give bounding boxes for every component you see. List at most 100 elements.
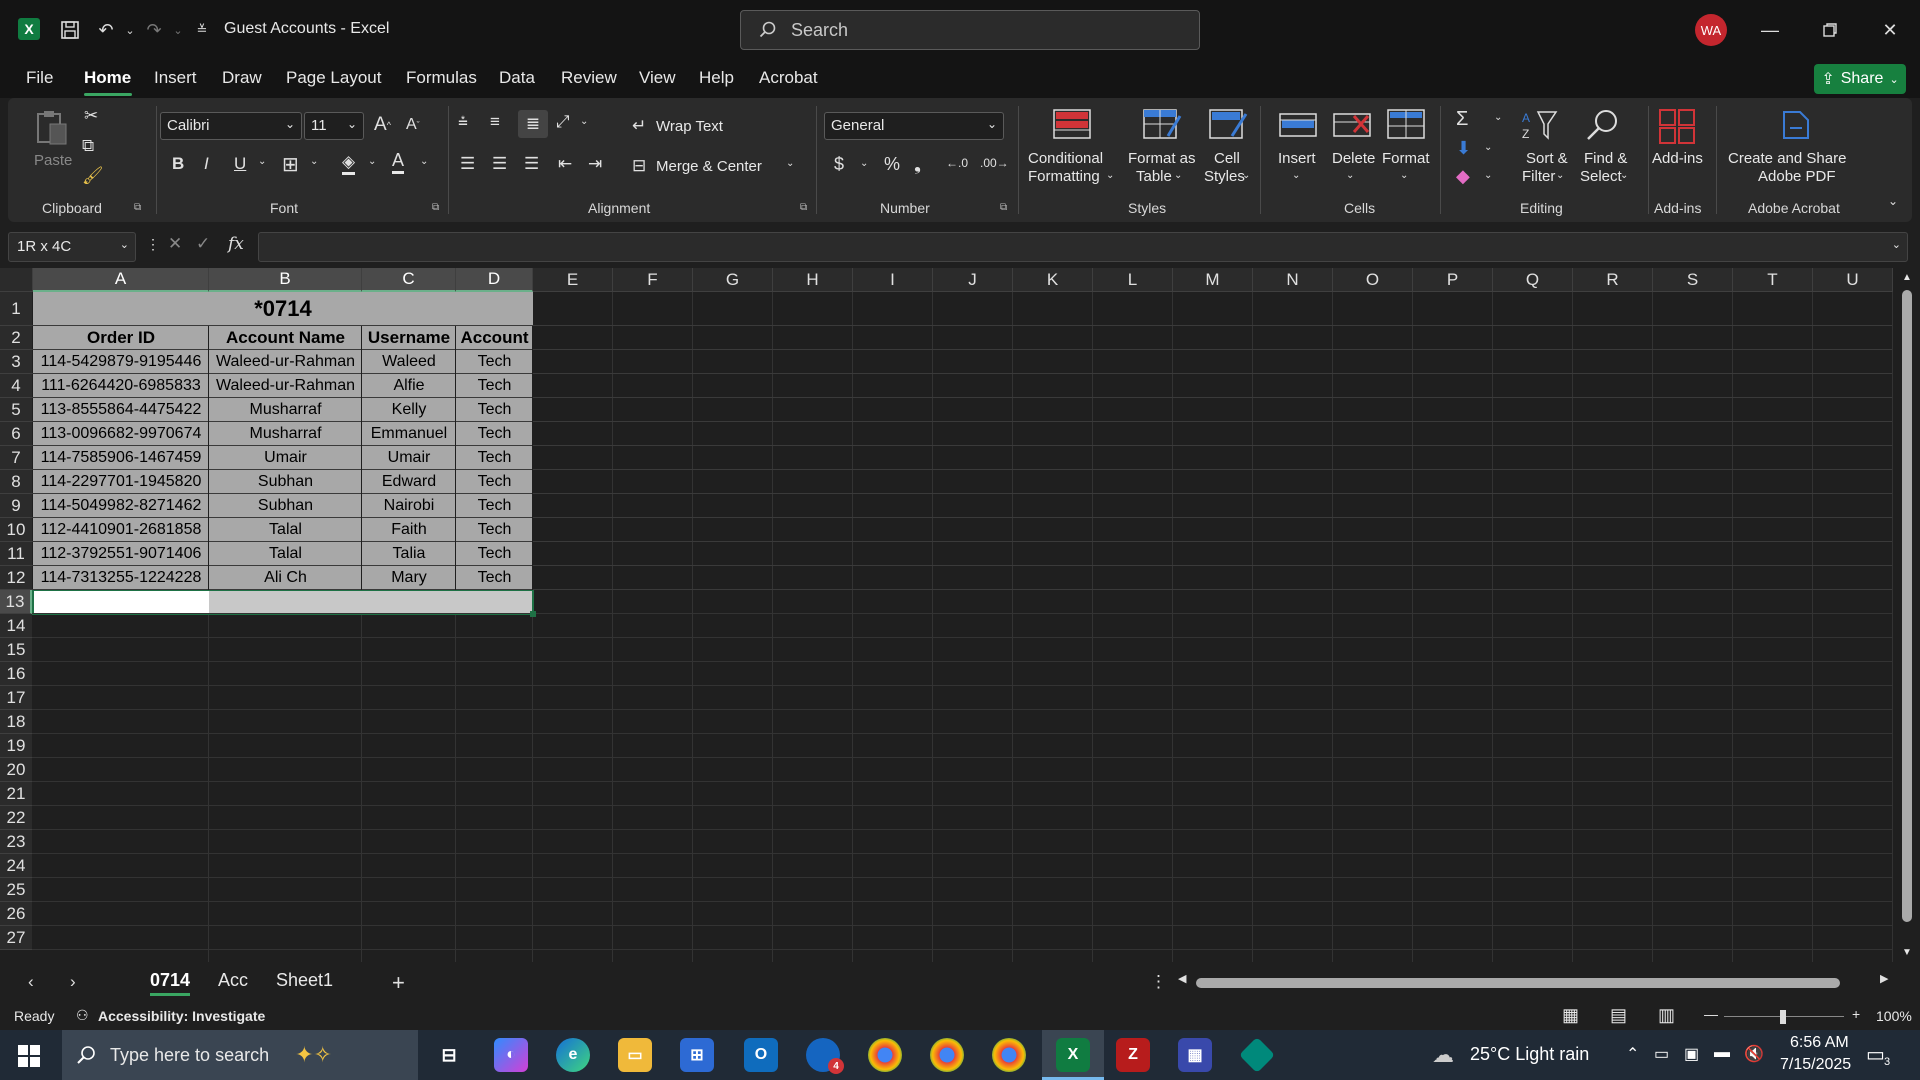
paste-label[interactable]: Paste bbox=[34, 152, 72, 169]
chevron-down-icon[interactable]: ⌄ bbox=[1620, 170, 1628, 181]
column-header[interactable]: C bbox=[362, 268, 456, 292]
table-cell[interactable]: 114-5049982-8271462 bbox=[33, 494, 209, 518]
customize-toolbar-icon[interactable]: ≚ bbox=[190, 18, 214, 42]
column-header[interactable]: P bbox=[1413, 268, 1493, 292]
increase-font-icon[interactable]: A ^ bbox=[374, 114, 391, 136]
row-header[interactable]: 25 bbox=[0, 878, 32, 902]
row-header[interactable]: 3 bbox=[0, 350, 32, 374]
taskbar-search[interactable]: Type here to search ✦✧ bbox=[62, 1030, 418, 1080]
save-icon[interactable] bbox=[58, 18, 82, 42]
sort-filter-label-1[interactable]: Sort & bbox=[1526, 150, 1568, 167]
zoom-slider-thumb[interactable] bbox=[1780, 1010, 1786, 1024]
row-header[interactable]: 2 bbox=[0, 326, 32, 350]
borders-icon[interactable]: ⊞ bbox=[282, 152, 299, 177]
number-format-dropdown[interactable]: General ⌄ bbox=[824, 112, 1004, 140]
chevron-down-icon[interactable]: ⌄ bbox=[420, 156, 428, 167]
name-box[interactable]: 1R x 4C ⌄ bbox=[8, 232, 136, 262]
table-cell[interactable]: Tech bbox=[456, 446, 533, 470]
user-avatar[interactable]: WA bbox=[1695, 14, 1727, 46]
autosum-icon[interactable]: Σ bbox=[1456, 108, 1468, 131]
row-header[interactable]: 19 bbox=[0, 734, 32, 758]
chevron-down-icon[interactable]: ⌄ bbox=[786, 158, 794, 169]
column-header[interactable]: A bbox=[33, 268, 209, 292]
format-as-table-icon[interactable] bbox=[1142, 108, 1182, 148]
scroll-down-icon[interactable]: ▼ bbox=[1902, 947, 1912, 958]
chevron-down-icon[interactable]: ⌄ bbox=[258, 156, 266, 167]
next-sheet-icon[interactable]: › bbox=[70, 972, 76, 992]
table-cell[interactable]: Tech bbox=[456, 422, 533, 446]
decrease-indent-icon[interactable]: ⇤ bbox=[558, 154, 572, 174]
find-select-label-1[interactable]: Find & bbox=[1584, 150, 1627, 167]
tab-file[interactable]: File bbox=[26, 68, 53, 88]
vertical-scroll-thumb[interactable] bbox=[1902, 290, 1912, 922]
table-cell[interactable]: Emmanuel bbox=[362, 422, 456, 446]
notifications-icon[interactable]: ▭ bbox=[1866, 1042, 1885, 1067]
row-header[interactable]: 11 bbox=[0, 542, 32, 566]
font-size-dropdown[interactable]: 11 ⌄ bbox=[304, 112, 364, 140]
table-cell[interactable]: 114-2297701-1945820 bbox=[33, 470, 209, 494]
outlook-icon[interactable]: O bbox=[744, 1038, 778, 1072]
redo-icon[interactable]: ↷ bbox=[142, 18, 166, 42]
underline-button[interactable]: U bbox=[234, 154, 246, 174]
windows-start-icon[interactable] bbox=[18, 1045, 40, 1072]
row-header[interactable]: 22 bbox=[0, 806, 32, 830]
row-header[interactable]: 13 bbox=[0, 590, 32, 614]
scroll-up-icon[interactable]: ▲ bbox=[1902, 272, 1912, 283]
row-header[interactable]: 12 bbox=[0, 566, 32, 590]
number-launcher-icon[interactable]: ⧉ bbox=[1000, 202, 1007, 213]
accessibility-status[interactable]: Accessibility: Investigate bbox=[98, 1008, 265, 1024]
table-cell[interactable]: 114-7585906-1467459 bbox=[33, 446, 209, 470]
column-header[interactable]: S bbox=[1653, 268, 1733, 292]
row-header[interactable]: 7 bbox=[0, 446, 32, 470]
chevron-down-icon[interactable]: ⌄ bbox=[860, 158, 868, 169]
table-cell[interactable]: Subhan bbox=[209, 494, 362, 518]
sort-filter-icon[interactable]: AZ bbox=[1520, 108, 1560, 148]
row-header[interactable]: 26 bbox=[0, 902, 32, 926]
fill-color-icon[interactable]: ◈ bbox=[342, 152, 356, 175]
sheet-tab-0714[interactable]: 0714 bbox=[150, 970, 191, 996]
tab-help[interactable]: Help bbox=[699, 68, 734, 88]
tab-data[interactable]: Data bbox=[499, 68, 535, 88]
alignment-launcher-icon[interactable]: ⧉ bbox=[800, 202, 807, 213]
chrome-icon[interactable] bbox=[992, 1038, 1026, 1072]
table-cell[interactable]: Nairobi bbox=[362, 494, 456, 518]
zoom-level[interactable]: 100% bbox=[1876, 1008, 1912, 1024]
copy-icon[interactable]: ⧉ bbox=[82, 136, 94, 156]
table-cell[interactable]: Tech bbox=[456, 542, 533, 566]
table-cell[interactable]: Waleed-ur-Rahman bbox=[209, 374, 362, 398]
fill-handle[interactable] bbox=[530, 611, 536, 617]
table-cell[interactable]: Alfie bbox=[362, 374, 456, 398]
adobe-pdf-icon[interactable] bbox=[1778, 110, 1818, 150]
weather-text[interactable]: 25°C Light rain bbox=[1470, 1044, 1589, 1065]
file-explorer-icon[interactable]: ▭ bbox=[618, 1038, 652, 1072]
chevron-down-icon[interactable]: ⌄ bbox=[1400, 170, 1408, 181]
zoom-out-icon[interactable]: — bbox=[1704, 1006, 1718, 1022]
undo-dropdown-icon[interactable]: ⌄ bbox=[118, 18, 142, 42]
prev-sheet-icon[interactable]: ‹ bbox=[28, 972, 34, 992]
zoom-in-icon[interactable]: + bbox=[1852, 1006, 1860, 1022]
create-pdf-label-2[interactable]: Adobe PDF bbox=[1758, 168, 1836, 185]
chevron-down-icon[interactable]: ⌄ bbox=[1292, 170, 1300, 181]
battery-icon[interactable]: ▬ bbox=[1714, 1044, 1730, 1062]
insert-function-icon[interactable]: fx bbox=[228, 234, 244, 254]
column-header[interactable]: D bbox=[456, 268, 533, 292]
font-launcher-icon[interactable]: ⧉ bbox=[432, 202, 439, 213]
column-header[interactable]: I bbox=[853, 268, 933, 292]
italic-button[interactable]: I bbox=[204, 154, 209, 174]
merge-center-button[interactable]: Merge & Center bbox=[656, 158, 762, 175]
conditional-formatting-label-1[interactable]: Conditional bbox=[1028, 150, 1103, 167]
middle-align-icon[interactable]: ≡ bbox=[490, 112, 500, 132]
excel-icon[interactable]: X bbox=[1056, 1038, 1090, 1072]
add-ins-icon[interactable] bbox=[1658, 108, 1698, 148]
select-all-corner[interactable] bbox=[0, 268, 33, 292]
chevron-down-icon[interactable]: ⌄ bbox=[1484, 142, 1492, 153]
format-cells-label[interactable]: Format bbox=[1382, 150, 1430, 167]
find-select-label-2[interactable]: Select bbox=[1580, 168, 1622, 185]
minimize-icon[interactable]: — bbox=[1750, 14, 1790, 46]
align-left-icon[interactable]: ☰ bbox=[460, 154, 475, 174]
app-icon[interactable] bbox=[1238, 1036, 1276, 1074]
edge-icon[interactable]: e bbox=[556, 1038, 590, 1072]
align-right-icon[interactable]: ☰ bbox=[524, 154, 539, 174]
table-cell[interactable]: Tech bbox=[456, 518, 533, 542]
tab-review[interactable]: Review bbox=[561, 68, 617, 88]
